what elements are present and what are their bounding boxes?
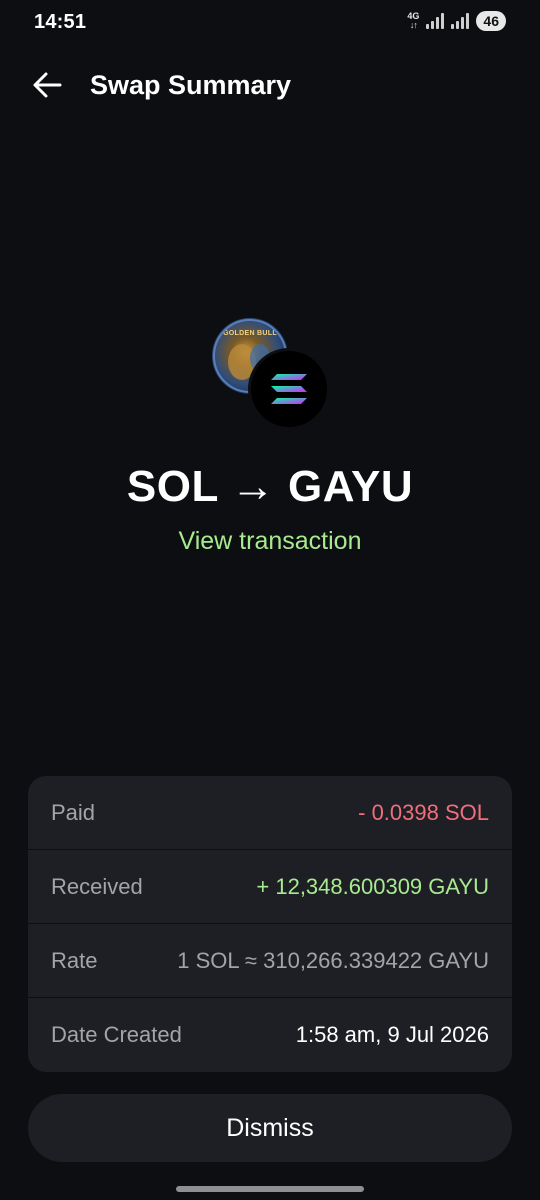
data-arrows-icon: ↓↑ — [409, 20, 418, 30]
status-time: 14:51 — [34, 11, 87, 33]
detail-label: Paid — [51, 799, 96, 825]
solana-logo-icon — [271, 374, 307, 404]
detail-value-rate: 1 SOL ≈ 310,266.339422 GAYU — [177, 947, 489, 973]
page-title: Swap Summary — [90, 69, 292, 100]
detail-label: Rate — [51, 947, 98, 973]
swap-details-card: Paid - 0.0398 SOL Received + 12,348.6003… — [28, 776, 512, 1072]
sol-token-icon — [248, 348, 330, 430]
battery-indicator: 46 — [476, 11, 506, 31]
signal-strength-icon — [426, 13, 445, 29]
arrow-left-icon — [33, 72, 62, 98]
detail-row-date: Date Created 1:58 am, 9 Jul 2026 — [28, 998, 512, 1072]
status-bar: 14:51 4G ↓↑ 46 — [0, 0, 540, 44]
detail-value-paid: - 0.0398 SOL — [358, 799, 489, 825]
detail-label: Received — [51, 873, 143, 899]
status-icons: 4G ↓↑ 46 — [407, 11, 506, 31]
signal-strength-icon-2 — [451, 13, 470, 29]
token-pair-icons: GOLDEN BULL — [212, 318, 330, 430]
detail-label: Date Created — [51, 1022, 182, 1047]
header: Swap Summary — [30, 62, 510, 108]
view-transaction-link[interactable]: View transaction — [0, 527, 540, 556]
dismiss-button[interactable]: Dismiss — [28, 1094, 512, 1162]
network-type-icon: 4G ↓↑ — [407, 12, 419, 30]
detail-row-rate: Rate 1 SOL ≈ 310,266.339422 GAYU — [28, 924, 512, 998]
swap-pair-title: SOL → GAYU — [126, 462, 414, 511]
detail-row-paid: Paid - 0.0398 SOL — [28, 776, 512, 850]
detail-value-date: 1:58 am, 9 Jul 2026 — [295, 1022, 489, 1047]
detail-value-received: + 12,348.600309 GAYU — [256, 873, 489, 899]
home-indicator[interactable] — [176, 1186, 364, 1192]
back-button[interactable] — [30, 68, 64, 102]
detail-row-received: Received + 12,348.600309 GAYU — [28, 850, 512, 924]
